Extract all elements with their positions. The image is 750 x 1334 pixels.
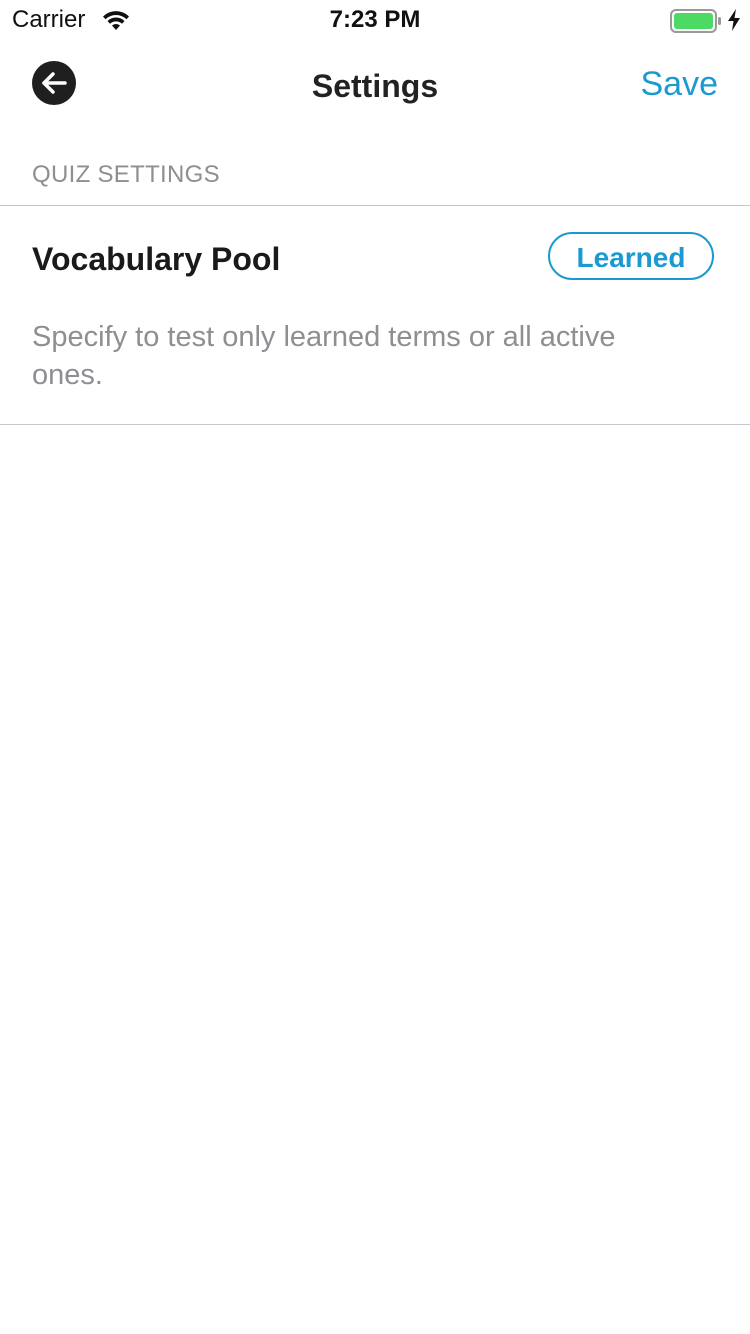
status-bar: Carrier 7:23 PM [0, 0, 750, 40]
section-divider-bottom [0, 424, 750, 425]
save-button[interactable]: Save [641, 64, 719, 104]
section-header: QUIZ SETTINGS [32, 161, 220, 188]
charging-bolt-icon [728, 9, 740, 31]
setting-description: Specify to test only learned terms or al… [32, 321, 616, 391]
setting-title: Vocabulary Pool [32, 241, 281, 277]
vocabulary-pool-toggle-button[interactable]: Learned [548, 232, 714, 280]
status-time: 7:23 PM [329, 6, 421, 33]
section-divider-top [0, 205, 750, 206]
battery-icon [670, 9, 721, 33]
page-title: Settings [311, 68, 439, 104]
